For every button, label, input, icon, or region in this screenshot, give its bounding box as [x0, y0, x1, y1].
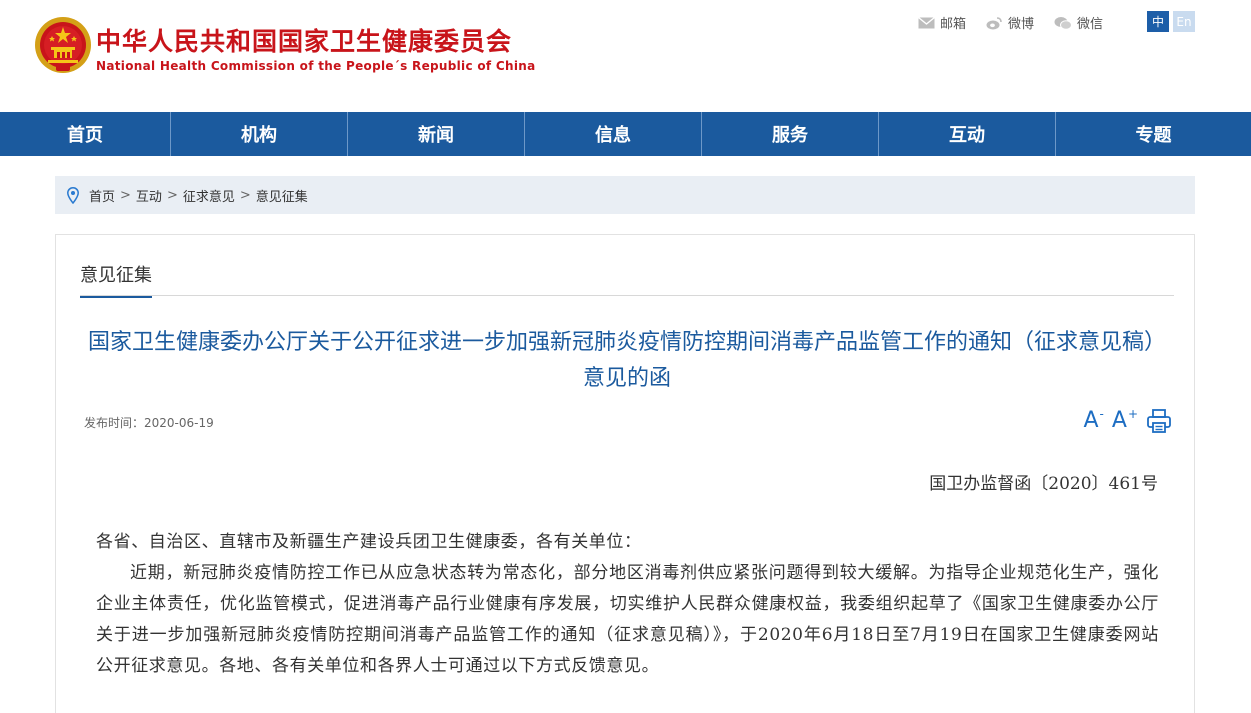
section-title: 意见征集 [80, 261, 152, 298]
font-decrease-label: A [1083, 408, 1099, 433]
article-tools: A- A + [1083, 408, 1172, 434]
weibo-link[interactable]: 微博 [986, 13, 1034, 32]
breadcrumb-separator: > [120, 187, 131, 203]
plus-icon: + [1127, 407, 1138, 421]
breadcrumb-separator: > [166, 187, 178, 203]
lang-chinese-button[interactable]: 中 [1147, 11, 1169, 32]
location-pin-icon [67, 186, 79, 204]
nav-item-services[interactable]: 服务 [702, 112, 879, 156]
wechat-link[interactable]: 微信 [1054, 13, 1103, 32]
font-decrease-button[interactable]: A- [1083, 408, 1103, 434]
top-links: 邮箱 微博 微信 [918, 13, 1103, 32]
wechat-icon [1054, 16, 1072, 30]
mail-label: 邮箱 [939, 17, 966, 32]
site-subtitle: National Health Commission of the People… [96, 59, 536, 73]
salutation: 各省、自治区、直辖市及新疆生产建设兵团卫生健康委，各有关单位： [96, 532, 642, 552]
font-increase-button[interactable]: A + [1112, 408, 1138, 434]
nav-item-organization[interactable]: 机构 [171, 112, 348, 156]
breadcrumb: 首页 > 互动 > 征求意见 > 意见征集 [55, 176, 1195, 214]
font-increase-label: A [1111, 408, 1127, 433]
printer-icon [1147, 409, 1171, 433]
article-container: 意见征集 国家卫生健康委办公厅关于公开征求进一步加强新冠肺炎疫情防控期间消毒产品… [55, 234, 1195, 713]
site-header: 中华人民共和国国家卫生健康委员会 National Health Commiss… [0, 0, 1251, 112]
nav-item-topics[interactable]: 专题 [1056, 112, 1251, 156]
main-nav: 首页 机构 新闻 信息 服务 互动 专题 [0, 112, 1251, 156]
mail-link[interactable]: 邮箱 [918, 13, 966, 32]
section-header: 意见征集 [80, 259, 1174, 298]
breadcrumb-current[interactable]: 意见征集 [256, 186, 308, 205]
document-number: 国卫办监督函〔2020〕461号 [929, 474, 1158, 494]
minus-icon: - [1099, 407, 1104, 421]
nav-item-interaction[interactable]: 互动 [879, 112, 1056, 156]
publish-date: 发布时间：2020-06-19 [84, 414, 214, 431]
article-title: 国家卫生健康委办公厅关于公开征求进一步加强新冠肺炎疫情防控期间消毒产品监管工作的… [87, 330, 1166, 391]
publish-date-label: 发布时间： [84, 416, 145, 430]
nav-item-home[interactable]: 首页 [0, 112, 171, 156]
print-button[interactable] [1146, 408, 1172, 434]
publish-date-value: 2020-06-19 [144, 416, 214, 430]
article-body: 各省、自治区、直辖市及新疆生产建设兵团卫生健康委，各有关单位： 近期，新冠肺炎疫… [96, 527, 1159, 682]
breadcrumb-home[interactable]: 首页 [89, 186, 115, 205]
wechat-label: 微信 [1076, 17, 1103, 32]
lang-english-button[interactable]: En [1173, 11, 1195, 32]
body-paragraph: 近期，新冠肺炎疫情防控工作已从应急状态转为常态化，部分地区消毒剂供应紧张问题得到… [96, 563, 1159, 676]
mail-icon [918, 16, 935, 28]
breadcrumb-separator: > [239, 187, 251, 203]
nav-item-news[interactable]: 新闻 [348, 112, 525, 156]
breadcrumb-interaction[interactable]: 互动 [136, 186, 162, 205]
nav-item-information[interactable]: 信息 [525, 112, 702, 156]
weibo-icon [986, 16, 1002, 29]
site-title[interactable]: 中华人民共和国国家卫生健康委员会 [96, 22, 512, 58]
language-switch: 中 En [1147, 11, 1195, 32]
breadcrumb-solicit-opinions[interactable]: 征求意见 [183, 186, 235, 205]
national-emblem-icon[interactable] [34, 16, 92, 74]
weibo-label: 微博 [1007, 17, 1034, 32]
